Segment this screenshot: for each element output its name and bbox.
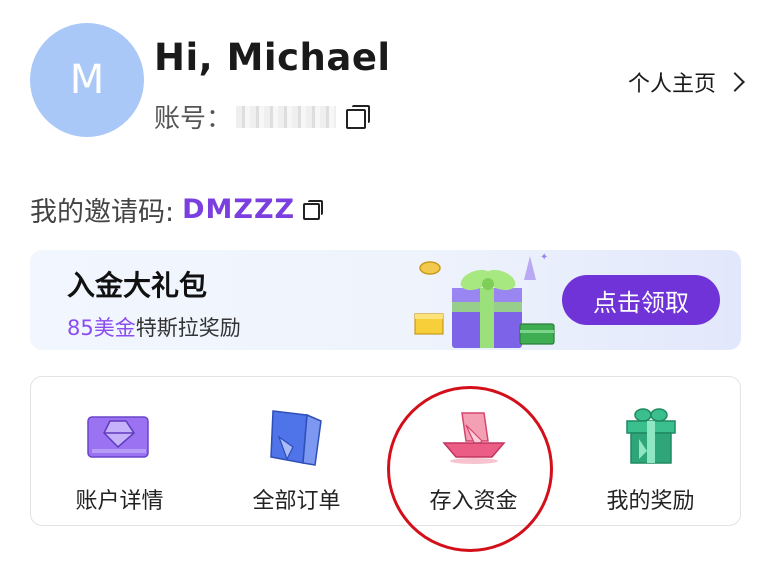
- quick-actions-panel: 账户详情 全部订单 存入资金 我的奖励: [30, 376, 741, 526]
- action-label: 账户详情: [75, 489, 164, 514]
- action-account-details[interactable]: 账户详情: [31, 377, 208, 527]
- chevron-right-icon: [725, 72, 745, 92]
- invite-label: 我的邀请码:: [30, 197, 175, 228]
- claim-button[interactable]: 点击领取: [562, 275, 720, 325]
- profile-link-label: 个人主页: [627, 72, 716, 97]
- card-icon: [86, 416, 149, 458]
- avatar-initial: M: [69, 57, 105, 103]
- copy-icon[interactable]: [346, 104, 371, 129]
- account-row: 账号：: [154, 98, 371, 135]
- action-label: 我的奖励: [606, 489, 695, 514]
- account-label: 账号：: [154, 104, 233, 134]
- svg-text:✦: ✦: [540, 252, 548, 263]
- action-all-orders[interactable]: 全部订单: [208, 377, 385, 527]
- avatar[interactable]: M: [30, 23, 144, 137]
- invite-code: DMZZZ: [182, 194, 296, 225]
- annotation-highlight-circle: [387, 386, 553, 552]
- banner-subtitle-highlight: 85美金: [67, 316, 136, 340]
- deposit-promo-banner[interactable]: 入金大礼包 85美金特斯拉奖励 ✦ 点击领取: [30, 250, 741, 350]
- user-greeting: Hi, Michael: [154, 36, 391, 79]
- account-number-redacted: [236, 105, 337, 128]
- banner-title: 入金大礼包: [67, 269, 208, 302]
- gift-box-icon: ✦: [414, 252, 555, 348]
- gift-icon: [625, 408, 676, 464]
- banner-subtitle: 85美金特斯拉奖励: [67, 312, 241, 342]
- profile-link[interactable]: 个人主页: [627, 66, 745, 98]
- orders-icon: [269, 410, 322, 466]
- invite-code-row: 我的邀请码: DMZZZ: [30, 190, 324, 229]
- action-label: 全部订单: [252, 489, 341, 514]
- banner-subtitle-rest: 特斯拉奖励: [135, 316, 241, 340]
- action-my-rewards[interactable]: 我的奖励: [562, 377, 739, 527]
- copy-icon[interactable]: [303, 199, 324, 220]
